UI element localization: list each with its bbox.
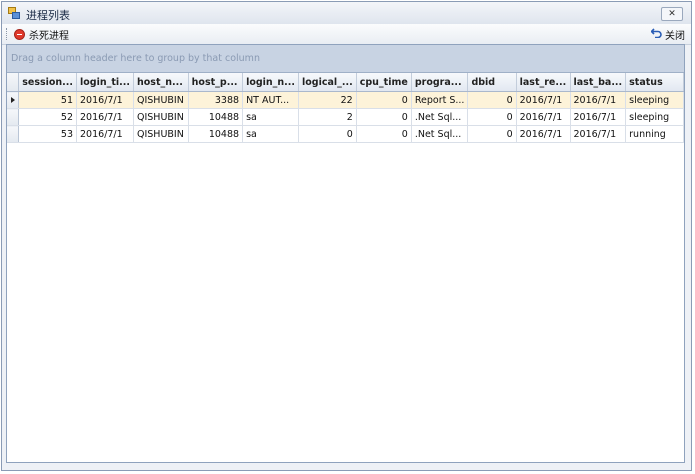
table-cell[interactable]: 2016/7/1 — [516, 91, 571, 109]
table-cell[interactable]: QISHUBIN — [133, 91, 189, 109]
process-grid: Drag a column header here to group by th… — [6, 44, 685, 463]
table-row[interactable]: 52 2016/7/1 QISHUBIN 10488 sa 2 0 .Net S… — [7, 108, 684, 126]
toolbar-grip-icon[interactable] — [6, 28, 9, 40]
table-cell[interactable]: 2016/7/1 — [570, 108, 627, 126]
table-cell[interactable]: 2016/7/1 — [76, 108, 134, 126]
row-indicator-header — [7, 73, 20, 92]
table-cell[interactable]: .Net Sql... — [411, 125, 469, 143]
table-cell[interactable]: 2016/7/1 — [76, 125, 134, 143]
table-row[interactable]: 53 2016/7/1 QISHUBIN 10488 sa 0 0 .Net S… — [7, 125, 684, 143]
column-header[interactable]: host_p... — [188, 73, 244, 92]
table-cell[interactable]: running — [625, 125, 684, 143]
table-cell[interactable]: 0 — [356, 108, 412, 126]
table-cell[interactable]: 10488 — [188, 108, 244, 126]
column-header[interactable]: dbid — [467, 73, 517, 92]
group-by-panel[interactable]: Drag a column header here to group by th… — [7, 45, 684, 73]
table-cell[interactable]: 3388 — [188, 91, 244, 109]
column-header[interactable]: login_ti... — [76, 73, 134, 92]
table-row[interactable]: 51 2016/7/1 QISHUBIN 3388 NT AUT... 22 0… — [7, 91, 684, 109]
undo-icon — [650, 27, 662, 41]
table-cell[interactable]: 0 — [356, 125, 412, 143]
kill-process-label: 杀死进程 — [29, 30, 69, 42]
window-close-button[interactable]: ✕ — [661, 7, 683, 21]
group-by-hint: Drag a column header here to group by th… — [11, 53, 260, 64]
table-cell[interactable]: 22 — [298, 91, 357, 109]
table-cell[interactable]: 2016/7/1 — [570, 125, 627, 143]
column-header[interactable]: login_n... — [242, 73, 300, 92]
table-cell[interactable]: 10488 — [188, 125, 244, 143]
process-table: session... login_ti... host_n... host_p.… — [7, 73, 684, 143]
table-cell[interactable]: 2 — [298, 108, 357, 126]
column-header[interactable]: host_n... — [133, 73, 189, 92]
header-row: session... login_ti... host_n... host_p.… — [7, 73, 684, 92]
table-cell[interactable]: sleeping — [625, 91, 684, 109]
table-cell[interactable]: 2016/7/1 — [516, 108, 571, 126]
row-indicator[interactable] — [7, 91, 20, 109]
close-label: 关闭 — [665, 30, 685, 42]
close-button[interactable]: 关闭 — [650, 27, 685, 42]
table-cell[interactable]: 52 — [18, 108, 78, 126]
table-cell[interactable]: 0 — [467, 91, 517, 109]
table-cell[interactable]: 0 — [298, 125, 357, 143]
table-cell[interactable]: 0 — [467, 125, 517, 143]
table-cell[interactable]: .Net Sql... — [411, 108, 469, 126]
table-cell[interactable]: 0 — [356, 91, 412, 109]
table-cell[interactable]: 2016/7/1 — [76, 91, 134, 109]
column-header[interactable]: session... — [18, 73, 78, 92]
table-cell[interactable]: QISHUBIN — [133, 125, 189, 143]
window-title: 进程列表 — [26, 9, 70, 22]
column-header[interactable]: last_re... — [516, 73, 571, 92]
toolbar: 杀死进程 关闭 — [2, 24, 691, 45]
stop-icon — [14, 28, 25, 40]
table-cell[interactable]: QISHUBIN — [133, 108, 189, 126]
table-cell[interactable]: sa — [242, 125, 300, 143]
row-indicator[interactable] — [7, 108, 20, 126]
table-cell[interactable]: 2016/7/1 — [516, 125, 571, 143]
column-header[interactable]: progra... — [411, 73, 469, 92]
row-indicator[interactable] — [7, 125, 20, 143]
close-icon: ✕ — [668, 9, 676, 19]
column-header[interactable]: status — [625, 73, 684, 92]
table-cell[interactable]: 51 — [18, 91, 78, 109]
table-cell[interactable]: Report S... — [411, 91, 469, 109]
app-window-icon — [8, 7, 20, 19]
table-cell[interactable]: sleeping — [625, 108, 684, 126]
table-cell[interactable]: 53 — [18, 125, 78, 143]
table-cell[interactable]: sa — [242, 108, 300, 126]
title-bar: 进程列表 ✕ — [2, 2, 691, 25]
kill-process-button[interactable]: 杀死进程 — [14, 27, 69, 42]
table-cell[interactable]: 2016/7/1 — [570, 91, 627, 109]
column-header[interactable]: last_ba... — [570, 73, 627, 92]
table-cell[interactable]: NT AUT... — [242, 91, 300, 109]
current-row-arrow-icon — [11, 97, 15, 103]
column-header[interactable]: logical_... — [298, 73, 357, 92]
column-header[interactable]: cpu_time — [356, 73, 412, 92]
table-cell[interactable]: 0 — [467, 108, 517, 126]
